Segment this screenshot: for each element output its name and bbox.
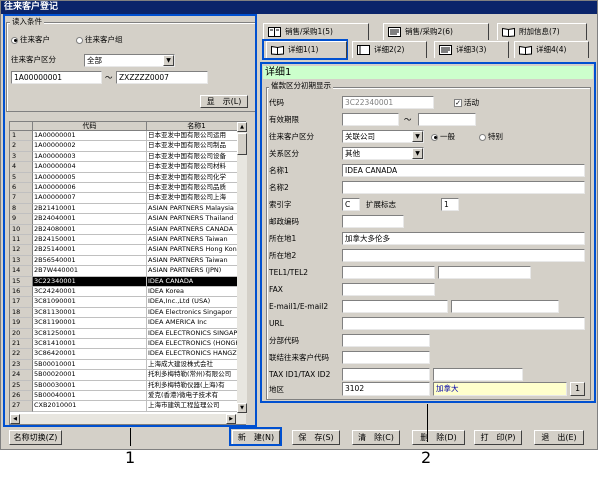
window-title: 往来客户登记 [1, 1, 597, 14]
tab-sales-purchase-1-label: 销售/采购1(5) [285, 27, 333, 36]
callout-number-1: 1 [125, 448, 136, 467]
name-switch-button[interactable]: 名称切换(Z) [9, 430, 62, 445]
document-icon [439, 45, 452, 55]
open-book-icon [502, 27, 515, 37]
tab-additional-info[interactable]: 附加信息(7) [497, 23, 587, 40]
callout-number-2: 2 [421, 448, 432, 467]
highlight-detail-panel [260, 62, 596, 403]
highlight-left-panel [3, 14, 257, 427]
exit-button[interactable]: 退 出(E) [534, 430, 584, 445]
notebook-icon [357, 45, 370, 55]
tab-detail-2-label: 详细2(2) [374, 45, 405, 54]
tab-sales-purchase-2[interactable]: 销售/采购2(6) [383, 23, 489, 40]
tab-detail-4[interactable]: 详细4(4) [514, 41, 589, 58]
print-button[interactable]: 打 印(P) [474, 430, 522, 445]
delete-button[interactable]: 删 除(D) [412, 430, 465, 445]
tab-detail-1[interactable]: 详细1(1) [266, 41, 347, 58]
tab-additional-info-label: 附加信息(7) [519, 27, 560, 36]
clear-button[interactable]: 清 除(C) [352, 430, 400, 445]
document-icon [388, 27, 401, 37]
tab-sales-purchase-2-label: 销售/采购2(6) [405, 27, 453, 36]
tab-detail-4-label: 详细4(4) [536, 45, 567, 54]
open-book-icon [271, 45, 284, 55]
highlight-new-button [229, 427, 282, 446]
tab-detail-3-label: 详细3(3) [456, 45, 487, 54]
book-icon [268, 27, 281, 37]
save-button[interactable]: 保 存(S) [292, 430, 340, 445]
callout-line-1 [130, 428, 131, 446]
callout-line-2 [427, 404, 428, 442]
tab-detail-3[interactable]: 详细3(3) [434, 41, 509, 58]
tab-sales-purchase-1[interactable]: 销售/采购1(5) [263, 23, 369, 40]
tab-detail-2[interactable]: 详细2(2) [352, 41, 427, 58]
tab-detail-1-label: 详细1(1) [288, 45, 319, 54]
open-book-icon [519, 45, 532, 55]
